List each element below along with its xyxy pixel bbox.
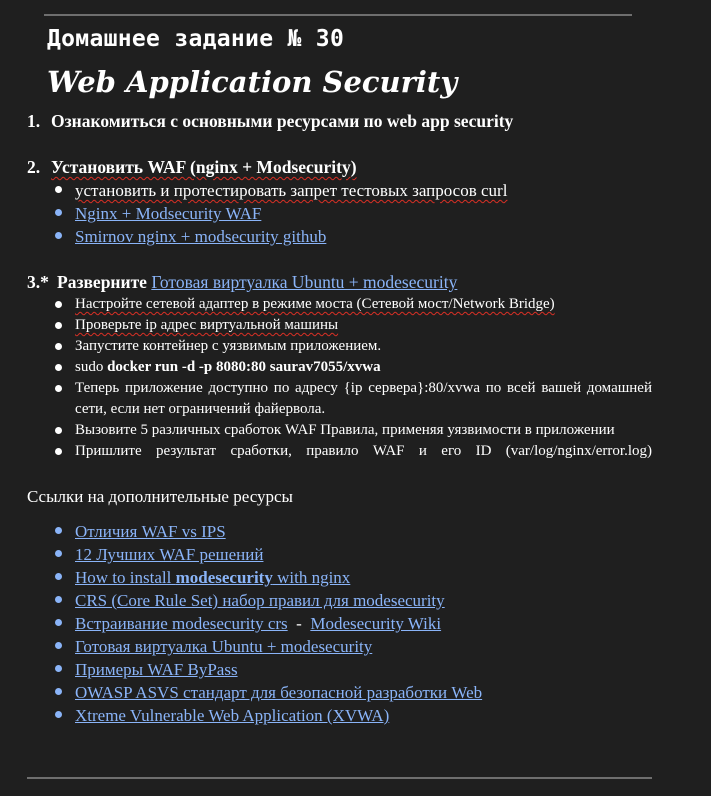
list-item: Smirnov nginx + modsecurity github <box>27 225 652 248</box>
docker-command: docker run -d -p 8080:80 saurav7055/xvwa <box>107 359 381 375</box>
list-item: установить и протестировать запрет тесто… <box>27 179 652 202</box>
smirnov-github-link[interactable]: Smirnov nginx + modsecurity github <box>75 227 326 246</box>
waf-bypass-link[interactable]: Примеры WAF ByPass <box>75 660 238 679</box>
modsecurity-wiki-link[interactable]: Modesecurity Wiki <box>310 614 441 633</box>
list-item: sudo docker run -d -p 8080:80 saurav7055… <box>27 357 652 378</box>
list-item: Nginx + Modsecurity WAF <box>27 202 652 225</box>
top-divider <box>44 14 632 16</box>
list-item: Запустите контейнер с уязвимым приложени… <box>27 336 652 357</box>
homework-title: Домашнее задание № 30 <box>47 26 345 52</box>
section-2-number: 2. <box>27 157 41 177</box>
list-item: Готовая виртуалка Ubuntu + modesecurity <box>27 635 652 658</box>
section-3-number: 3.* <box>27 272 49 292</box>
section-1-heading: 1. Ознакомиться с основными ресурсами по … <box>27 110 652 133</box>
list-item: Отличия WAF vs IPS <box>27 520 652 543</box>
list-item: How to install modesecurity with nginx <box>27 566 652 589</box>
list-item: Настройте сетевой адаптер в режиме моста… <box>27 294 652 315</box>
section-3-title-bold: Разверните <box>57 272 147 292</box>
list-item: Пришлите результат сработки, правило WAF… <box>27 441 652 462</box>
top-waf-link[interactable]: 12 Лучших WAF решений <box>75 545 263 564</box>
howto-install-link[interactable]: How to install modesecurity with nginx <box>75 568 350 587</box>
list-item: OWASP ASVS стандарт для безопасной разра… <box>27 681 652 704</box>
list-item: Примеры WAF ByPass <box>27 658 652 681</box>
list-item: Теперь приложение доступно по адресу {ip… <box>27 378 652 420</box>
bottom-divider <box>27 777 652 779</box>
list-item: Xtreme Vulnerable Web Application (XVWA) <box>27 704 652 727</box>
nginx-modsecurity-link[interactable]: Nginx + Modsecurity WAF <box>75 204 261 223</box>
resources-list: Отличия WAF vs IPS 12 Лучших WAF решений… <box>27 520 652 727</box>
crs-link[interactable]: CRS (Core Rule Set) набор правил для mod… <box>75 591 445 610</box>
list-item: Проверьте ip адрес виртуальной машины <box>27 315 652 336</box>
section-3-heading: 3.* Разверните Готовая виртуалка Ubuntu +… <box>27 271 652 294</box>
list-item: 12 Лучших WAF решений <box>27 543 652 566</box>
xvwa-link[interactable]: Xtreme Vulnerable Web Application (XVWA) <box>75 706 389 725</box>
section-1-title: Ознакомиться с основными ресурсами по we… <box>51 111 514 131</box>
list-item: CRS (Core Rule Set) набор правил для mod… <box>27 589 652 612</box>
course-title: Web Application Security <box>47 65 458 99</box>
list-item: Встраивание modesecurity crs - Modesecur… <box>27 612 652 635</box>
section-2-list: установить и протестировать запрет тесто… <box>27 179 652 248</box>
ubuntu-vm-link[interactable]: Готовая виртуалка Ubuntu + modesecurity <box>151 272 457 292</box>
list-item: Вызовите 5 различных сработок WAF Правил… <box>27 420 652 441</box>
owasp-asvs-link[interactable]: OWASP ASVS стандарт для безопасной разра… <box>75 683 482 702</box>
document-page: Домашнее задание № 30 Web Application Se… <box>0 0 711 796</box>
section-1-number: 1. <box>27 111 41 131</box>
embed-crs-link[interactable]: Встраивание modesecurity crs <box>75 614 288 633</box>
resources-heading: Ссылки на дополнительные ресурсы <box>27 487 293 506</box>
ubuntu-vm-resource-link[interactable]: Готовая виртуалка Ubuntu + modesecurity <box>75 637 372 656</box>
section-3-list: Настройте сетевой адаптер в режиме моста… <box>27 294 652 462</box>
waf-vs-ips-link[interactable]: Отличия WAF vs IPS <box>75 522 226 541</box>
section-2-heading: 2. Установить WAF (nginx + Modsecurity) <box>27 156 652 179</box>
section-2-title: Установить WAF (nginx + Modsecurity) <box>51 157 357 177</box>
document-body: 1. Ознакомиться с основными ресурсами по … <box>27 110 652 727</box>
